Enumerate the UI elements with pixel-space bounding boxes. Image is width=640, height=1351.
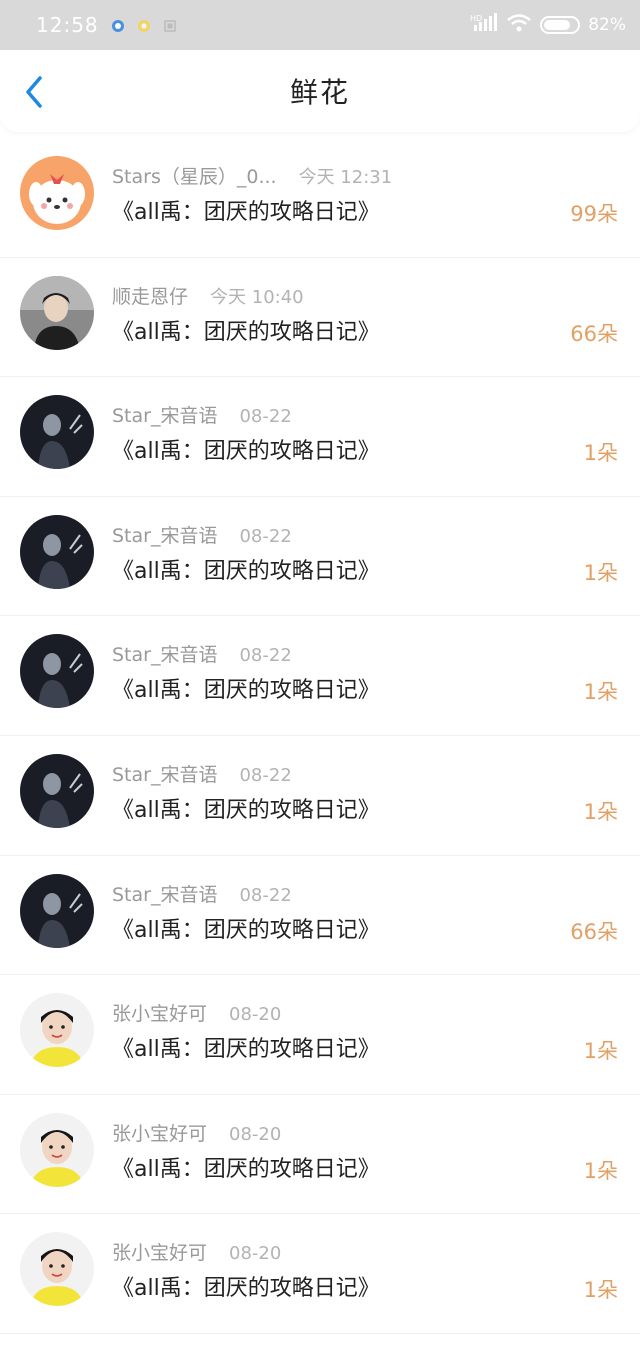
flower-list: Stars（星辰）_0... 今天 12:31 《all禹：团厌的攻略日记》 9… [0, 138, 640, 1334]
item-meta: Star_宋音语 08-22 [112, 880, 292, 907]
flower-count: 66朵 [570, 919, 618, 944]
work-title[interactable]: 《all禹：团厌的攻略日记》 [112, 194, 380, 226]
list-item[interactable]: Star_宋音语 08-22 《all禹：团厌的攻略日记》 1朵 [0, 616, 640, 736]
username[interactable]: Star_宋音语 [112, 401, 217, 428]
username[interactable]: Star_宋音语 [112, 521, 217, 548]
status-time: 12:58 [36, 13, 99, 37]
item-meta: Star_宋音语 08-22 [112, 640, 292, 667]
timestamp: 08-22 [239, 525, 292, 547]
page-title: 鲜花 [289, 76, 350, 109]
wifi-icon [506, 13, 532, 38]
avatar-dark-portrait-avatar[interactable] [20, 395, 94, 470]
timestamp: 08-22 [239, 406, 292, 428]
timestamp: 08-20 [229, 1243, 282, 1265]
timestamp: 08-20 [229, 1004, 282, 1026]
status-bar: 12:58 HD 82% [0, 0, 640, 50]
battery-level [544, 20, 571, 30]
svg-text:HD: HD [470, 14, 482, 23]
item-meta: Star_宋音语 08-22 [112, 521, 292, 548]
item-meta: Star_宋音语 08-22 [112, 401, 292, 428]
list-item[interactable]: Star_宋音语 08-22 《all禹：团厌的攻略日记》 1朵 [0, 497, 640, 617]
status-bar-right: HD 82% [470, 12, 626, 38]
item-meta: 张小宝好可 08-20 [112, 1238, 281, 1265]
list-item[interactable]: 顺走恩仔 今天 10:40 《all禹：团厌的攻略日记》 66朵 [0, 258, 640, 378]
flower-count: 1朵 [583, 1278, 618, 1303]
item-meta: 顺走恩仔 今天 10:40 [112, 282, 304, 309]
item-meta: Stars（星辰）_0... 今天 12:31 [112, 162, 392, 189]
work-title[interactable]: 《all禹：团厌的攻略日记》 [112, 1151, 380, 1183]
work-title[interactable]: 《all禹：团厌的攻略日记》 [112, 792, 380, 824]
item-meta: 张小宝好可 08-20 [112, 1119, 281, 1146]
work-title[interactable]: 《all禹：团厌的攻略日记》 [112, 433, 380, 465]
work-title[interactable]: 《all禹：团厌的攻略日记》 [112, 912, 380, 944]
timestamp: 08-22 [239, 884, 292, 906]
list-item[interactable]: 张小宝好可 08-20 《all禹：团厌的攻略日记》 1朵 [0, 975, 640, 1095]
chevron-left-icon [26, 76, 42, 108]
flower-count: 1朵 [583, 441, 618, 466]
back-button[interactable] [18, 72, 54, 112]
work-title[interactable]: 《all禹：团厌的攻略日记》 [112, 672, 380, 704]
list-item[interactable]: Stars（星辰）_0... 今天 12:31 《all禹：团厌的攻略日记》 9… [0, 138, 640, 258]
username[interactable]: Star_宋音语 [112, 760, 217, 787]
battery-text: 82% [588, 15, 626, 35]
avatar-person-avatar[interactable] [20, 275, 94, 350]
image-icon [163, 18, 177, 32]
list-item[interactable]: Star_宋音语 08-22 《all禹：团厌的攻略日记》 66朵 [0, 856, 640, 976]
timestamp: 08-22 [239, 764, 292, 786]
work-title[interactable]: 《all禹：团厌的攻略日记》 [112, 314, 380, 346]
flower-count: 1朵 [583, 799, 618, 824]
username[interactable]: Stars（星辰）_0... [112, 162, 277, 189]
avatar-dark-portrait-avatar[interactable] [20, 753, 94, 828]
list-item[interactable]: Star_宋音语 08-22 《all禹：团厌的攻略日记》 1朵 [0, 736, 640, 856]
avatar-boy-portrait-avatar[interactable] [20, 993, 94, 1068]
battery-icon [540, 16, 581, 34]
timestamp: 今天 12:31 [298, 167, 393, 188]
flower-count: 1朵 [583, 560, 618, 585]
header: 鲜花 [0, 50, 640, 132]
work-title[interactable]: 《all禹：团厌的攻略日记》 [112, 553, 380, 585]
flower-count: 1朵 [583, 1158, 618, 1183]
status-bar-left: 12:58 [36, 13, 177, 37]
flower-count: 1朵 [583, 1039, 618, 1064]
avatar-dark-portrait-avatar[interactable] [20, 634, 94, 709]
flower-count: 66朵 [570, 321, 618, 346]
list-item[interactable]: Star_宋音语 08-22 《all禹：团厌的攻略日记》 1朵 [0, 377, 640, 497]
avatar-dark-portrait-avatar[interactable] [20, 514, 94, 589]
timestamp: 今天 10:40 [210, 286, 304, 308]
timestamp: 08-22 [239, 645, 292, 667]
username[interactable]: 张小宝好可 [112, 1238, 207, 1265]
username[interactable]: Star_宋音语 [112, 880, 217, 907]
item-meta: 张小宝好可 08-20 [112, 999, 281, 1026]
hd-signal-icon: HD [470, 12, 498, 38]
avatar-dark-portrait-avatar[interactable] [20, 873, 94, 948]
username[interactable]: Star_宋音语 [112, 640, 217, 667]
work-title[interactable]: 《all禹：团厌的攻略日记》 [112, 1270, 380, 1302]
timestamp: 08-20 [229, 1123, 282, 1145]
work-title[interactable]: 《all禹：团厌的攻略日记》 [112, 1031, 380, 1063]
avatar-cartoon-dog-avatar[interactable] [20, 156, 94, 230]
notification-icon [111, 18, 125, 32]
flower-count: 99朵 [570, 202, 618, 226]
username[interactable]: 张小宝好可 [112, 1119, 207, 1146]
avatar-boy-portrait-avatar[interactable] [20, 1112, 94, 1187]
username[interactable]: 顺走恩仔 [112, 282, 188, 309]
list-item[interactable]: 张小宝好可 08-20 《all禹：团厌的攻略日记》 1朵 [0, 1095, 640, 1215]
item-meta: Star_宋音语 08-22 [112, 760, 292, 787]
avatar-boy-portrait-avatar[interactable] [20, 1232, 94, 1307]
list-item[interactable]: 张小宝好可 08-20 《all禹：团厌的攻略日记》 1朵 [0, 1214, 640, 1334]
username[interactable]: 张小宝好可 [112, 999, 207, 1026]
app-icon [137, 18, 151, 32]
flower-count: 1朵 [583, 680, 618, 705]
